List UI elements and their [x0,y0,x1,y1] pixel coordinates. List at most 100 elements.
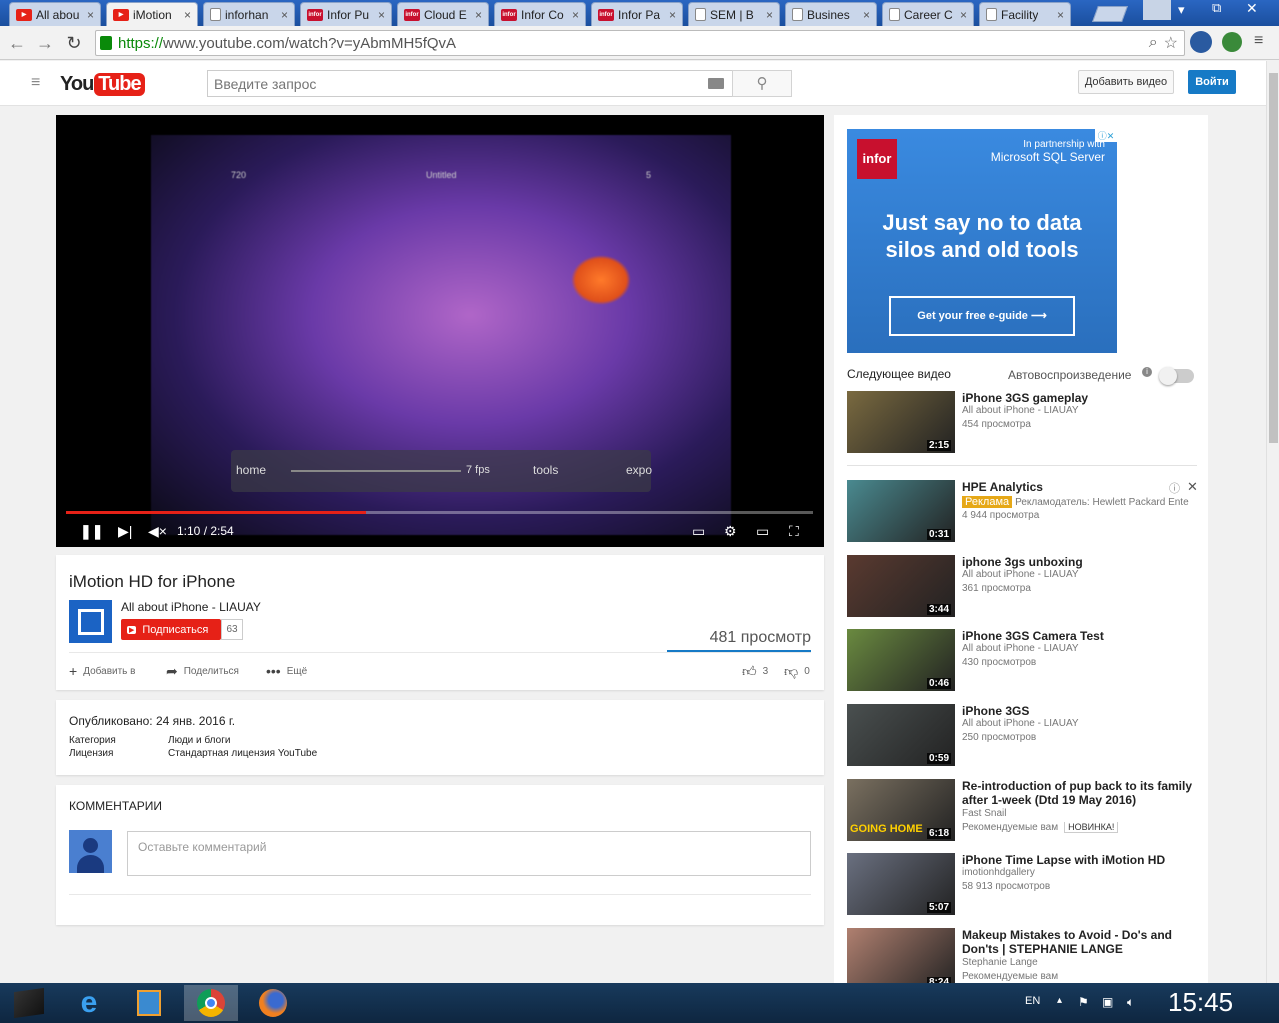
ad-close-icon[interactable]: ✕ [1187,479,1198,495]
ad-cta-button[interactable]: Get your free e-guide ⟶ [889,296,1075,336]
close-tab-icon[interactable]: × [472,8,482,22]
back-icon[interactable]: ← [6,32,28,54]
theater-mode-icon[interactable]: ▭ [756,523,769,540]
related-video-item[interactable]: 2:15 iPhone 3GS gameplay All about iPhone … [847,391,1197,453]
related-video-item[interactable]: GOING HOME 6:18 Re-introduction of pup bac… [847,779,1197,841]
close-window-icon[interactable]: ✕ [1246,0,1258,17]
more-button[interactable]: ••• Ещё [266,663,307,679]
new-tab-button[interactable] [1092,6,1128,22]
close-tab-icon[interactable]: × [666,8,676,22]
page-scrollbar[interactable] [1266,61,1279,983]
network-icon[interactable]: ▣ [1102,995,1113,1009]
video-thumbnail[interactable]: 2:15 [847,391,955,453]
related-video-title[interactable]: iPhone 3GS Camera Test [962,629,1197,643]
like-button[interactable]: 👍︎ 3 [742,663,768,680]
close-tab-icon[interactable]: × [181,8,191,22]
firefox-taskbar-button[interactable] [246,985,300,1021]
keyboard-icon[interactable] [708,78,724,89]
next-icon[interactable]: ▶| [118,523,132,540]
close-tab-icon[interactable]: × [763,8,773,22]
ie-taskbar-button[interactable]: e [62,985,116,1021]
share-button[interactable]: ➦ Поделиться [166,663,239,680]
video-thumbnail[interactable]: 0:46 [847,629,955,691]
user-profile-icon[interactable] [1143,0,1171,20]
pause-icon[interactable]: ❚❚ [80,523,103,540]
globe-extension-icon[interactable] [1222,32,1242,52]
signin-button[interactable]: Войти [1188,70,1236,94]
browser-tab[interactable]: Busines × [785,2,877,26]
video-player[interactable]: 720 Untitled 5 home 7 fps tools expo ❚❚ … [56,115,824,547]
browser-tab[interactable]: inforhan × [203,2,295,26]
related-video-item[interactable]: 3:44 iphone 3gs unboxing All about iPhone … [847,555,1197,617]
volume-icon[interactable]: 🔈︎ [1127,995,1134,1010]
language-indicator[interactable]: EN [1025,995,1040,1007]
browser-tab[interactable]: SEM | B × [688,2,780,26]
ad-banner[interactable]: infor In partnership with Microsoft SQL S… [847,129,1117,353]
settings-gear-icon[interactable]: ⚙ [724,523,737,540]
browser-tab[interactable]: infor Cloud E × [397,2,489,26]
tray-expand-icon[interactable]: ▴ [1057,995,1062,1006]
video-thumbnail[interactable]: 0:31 [847,480,955,542]
related-video-title[interactable]: iPhone 3GS [962,704,1197,718]
subtitles-icon[interactable]: ▭ [692,523,705,540]
close-tab-icon[interactable]: × [375,8,385,22]
video-thumbnail[interactable]: 8:24 [847,928,955,990]
clock[interactable]: 15:45 [1168,987,1233,1018]
forward-icon[interactable]: → [34,32,56,54]
menu-icon[interactable]: ≡ [1254,32,1263,50]
start-button[interactable] [2,985,56,1021]
restore-icon[interactable]: ⧉ [1212,0,1221,16]
category-value[interactable]: Люди и блоги [168,735,230,746]
channel-avatar[interactable] [69,600,112,643]
related-video-item[interactable]: 8:24Makeup Mistakes to Avoid - Do's and … [847,928,1197,990]
progress-bar[interactable] [66,511,813,514]
close-tab-icon[interactable]: × [278,8,288,22]
related-video-title[interactable]: HPE Analytics [962,480,1197,494]
related-video-item[interactable]: 0:46 iPhone 3GS Camera Test All about iPho… [847,629,1197,691]
video-thumbnail[interactable]: 0:59 [847,704,955,766]
upload-button[interactable]: Добавить видео [1078,70,1174,94]
video-thumbnail[interactable]: GOING HOME 6:18 [847,779,955,841]
related-video-title[interactable]: Makeup Mistakes to Avoid - Do's and Don'… [962,928,1197,956]
mute-icon[interactable]: ◀× [148,523,167,540]
channel-name[interactable]: All about iPhone - LIAUAY [121,600,261,614]
browser-tab[interactable]: Career C × [882,2,974,26]
youtube-logo[interactable]: You Tube [60,71,145,97]
browser-tab[interactable]: infor Infor Co × [494,2,586,26]
add-to-button[interactable]: + Добавить в [69,663,135,679]
video-thumbnail[interactable]: 3:44 [847,555,955,617]
related-video-item[interactable]: 0:59 iPhone 3GS All about iPhone - LIAUAY 2… [847,704,1197,766]
close-tab-icon[interactable]: × [1054,8,1064,22]
browser-tab[interactable]: infor Infor Pa × [591,2,683,26]
browser-tab[interactable]: ▶ All abou × [9,2,101,26]
reload-icon[interactable]: ↻ [63,32,85,54]
subscribe-button[interactable]: ▶ Подписаться [121,619,221,640]
bookmark-star-icon[interactable]: ☆ [1164,33,1178,53]
close-tab-icon[interactable]: × [84,8,94,22]
address-bar[interactable]: https:// www.youtube.com/watch?v=yAbmMH5… [95,30,1185,56]
info-icon[interactable]: i [1142,367,1152,377]
scrollbar-thumb[interactable] [1269,73,1278,443]
zoom-icon[interactable]: ⌕ [1149,34,1158,52]
dislike-button[interactable]: 👎︎ 0 [784,663,810,680]
license-value[interactable]: Стандартная лицензия YouTube [168,748,317,759]
related-video-item[interactable]: 0:31 HPE Analytics Реклама Рекламодатель: H… [847,479,1198,542]
search-input[interactable] [207,70,733,97]
fullscreen-icon[interactable]: ⛶ [789,523,799,540]
comment-input[interactable]: Оставьте комментарий [127,831,811,876]
minimize-icon[interactable]: ▾ [1178,2,1185,18]
chrome-taskbar-button[interactable] [184,985,238,1021]
adchoices-icon[interactable]: ⓘ✕ [1095,129,1117,142]
browser-tab[interactable]: infor Infor Pu × [300,2,392,26]
guide-menu-icon[interactable]: ≡ [31,74,40,92]
close-tab-icon[interactable]: × [957,8,967,22]
extension-icon[interactable] [1190,31,1212,53]
video-thumbnail[interactable]: 5:07 [847,853,955,915]
browser-tab[interactable]: ▶ iMotion × [106,2,198,26]
related-video-title[interactable]: iPhone Time Lapse with iMotion HD [962,853,1197,867]
close-tab-icon[interactable]: × [569,8,579,22]
close-tab-icon[interactable]: × [860,8,870,22]
browser-tab[interactable]: Facility × [979,2,1071,26]
related-video-title[interactable]: iphone 3gs unboxing [962,555,1197,569]
related-video-item[interactable]: 5:07 iPhone Time Lapse with iMotion HD imo… [847,853,1197,915]
